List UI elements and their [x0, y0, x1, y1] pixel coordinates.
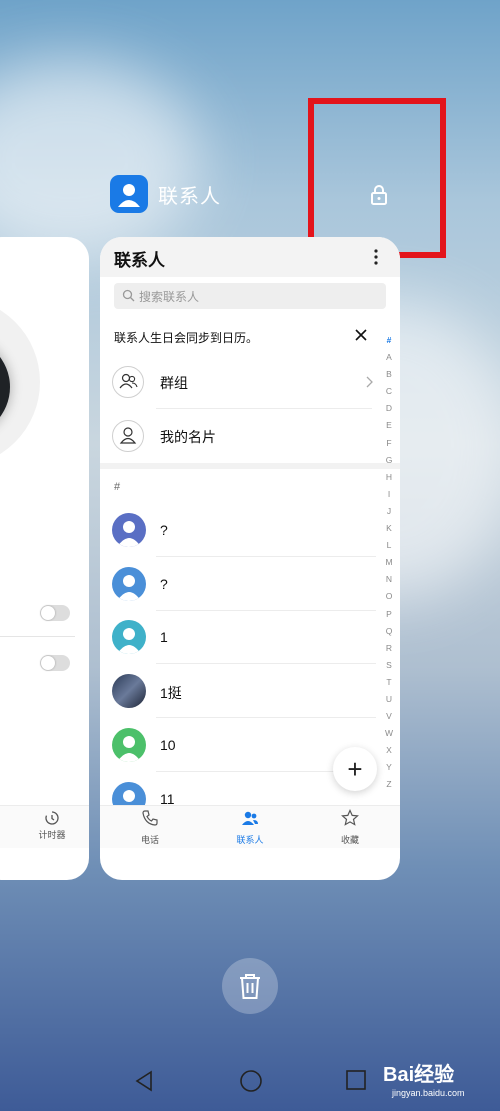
- index-letter[interactable]: U: [382, 691, 396, 708]
- index-letter[interactable]: X: [382, 742, 396, 759]
- index-letter[interactable]: F: [382, 435, 396, 452]
- index-letter[interactable]: R: [382, 640, 396, 657]
- index-letter[interactable]: K: [382, 520, 396, 537]
- watermark-logo: Bai经验: [383, 1064, 455, 1086]
- index-letter[interactable]: Q: [382, 623, 396, 640]
- tab-contacts-label: 联系人: [236, 835, 264, 845]
- contact-row[interactable]: ?: [100, 510, 380, 562]
- divider: [156, 717, 376, 718]
- section-divider: [100, 463, 400, 469]
- contact-row[interactable]: ?: [100, 564, 380, 616]
- contact-name: 10: [160, 737, 176, 753]
- index-letter[interactable]: D: [382, 400, 396, 417]
- index-letter[interactable]: L: [382, 537, 396, 554]
- alarm-toggle[interactable]: [40, 655, 70, 671]
- index-letter[interactable]: P: [382, 606, 396, 623]
- index-letter[interactable]: N: [382, 571, 396, 588]
- contact-name: ?: [160, 576, 168, 592]
- left-tabbar: 计时器: [0, 805, 89, 848]
- close-icon[interactable]: [353, 327, 369, 343]
- watermark-url: jingyan.baidu.com: [392, 1088, 465, 1098]
- recent-app-card-contacts[interactable]: 联系人 搜索联系人 联系人生日会同步到日历。 群组 我的名片 # ? ? 1 1…: [100, 237, 400, 880]
- page-title: 联系人: [114, 251, 165, 270]
- divider: [156, 556, 376, 557]
- contact-name: ?: [160, 522, 168, 538]
- add-contact-button[interactable]: +: [333, 747, 377, 791]
- person-icon: [112, 420, 144, 452]
- avatar: [112, 567, 146, 601]
- avatar: [112, 620, 146, 654]
- highlight-box: [308, 98, 446, 258]
- my-card-row[interactable]: 我的名片: [100, 418, 380, 462]
- index-letter[interactable]: J: [382, 503, 396, 520]
- app-title: 联系人: [158, 185, 221, 208]
- index-letter[interactable]: #: [382, 332, 396, 349]
- index-letter[interactable]: T: [382, 674, 396, 691]
- avatar: [112, 513, 146, 547]
- index-letter[interactable]: Z: [382, 776, 396, 793]
- section-header: #: [114, 481, 121, 493]
- chevron-right-icon: [366, 376, 373, 388]
- divider: [0, 636, 75, 637]
- tab-timer-label: 计时器: [38, 830, 66, 840]
- index-letter[interactable]: G: [382, 452, 396, 469]
- tab-contacts[interactable]: 联系人: [210, 809, 290, 846]
- search-input[interactable]: 搜索联系人: [114, 283, 386, 309]
- tab-phone-label: 电话: [140, 835, 159, 845]
- tab-phone[interactable]: 电话: [110, 809, 190, 846]
- birthday-sync-notice: 联系人生日会同步到日历。: [114, 331, 259, 345]
- timer-icon: [45, 811, 59, 825]
- divider: [156, 663, 376, 664]
- clear-all-button[interactable]: [222, 958, 278, 1014]
- more-menu-icon[interactable]: [373, 247, 379, 267]
- bottom-tabbar: 电话 联系人 收藏: [100, 805, 400, 848]
- recent-app-card-clock[interactable]: 计时器: [0, 237, 89, 880]
- contact-name: 1: [160, 629, 168, 645]
- index-letter[interactable]: M: [382, 554, 396, 571]
- home-icon: [240, 1070, 262, 1092]
- tab-favorites-label: 收藏: [340, 835, 359, 845]
- contact-row[interactable]: 1: [100, 617, 380, 669]
- alarm-toggle[interactable]: [40, 605, 70, 621]
- divider: [156, 610, 376, 611]
- index-letter[interactable]: C: [382, 383, 396, 400]
- app-header: 联系人: [110, 175, 221, 213]
- search-placeholder: 搜索联系人: [139, 290, 200, 304]
- recents-icon: [346, 1070, 366, 1090]
- alphabet-index[interactable]: # A B C D E F G H I J K L M N O P Q R S T U V W X Y Z: [382, 332, 396, 794]
- contacts-app-icon[interactable]: [110, 175, 148, 213]
- index-letter[interactable]: I: [382, 486, 396, 503]
- phone-icon: [142, 810, 158, 826]
- group-icon: [112, 366, 144, 398]
- index-letter[interactable]: A: [382, 349, 396, 366]
- contacts-icon: [242, 811, 258, 825]
- contact-row[interactable]: 1挺: [100, 671, 380, 723]
- star-icon: [341, 809, 359, 826]
- index-letter[interactable]: H: [382, 469, 396, 486]
- contact-name: 1挺: [160, 685, 182, 701]
- back-icon: [135, 1070, 152, 1092]
- index-letter[interactable]: S: [382, 657, 396, 674]
- index-letter[interactable]: Y: [382, 759, 396, 776]
- avatar: [112, 728, 146, 762]
- divider: [156, 408, 372, 409]
- trash-icon: [240, 974, 260, 999]
- index-letter[interactable]: V: [382, 708, 396, 725]
- index-letter[interactable]: E: [382, 417, 396, 434]
- index-letter[interactable]: W: [382, 725, 396, 742]
- tab-timer[interactable]: 计时器: [32, 810, 72, 841]
- groups-label: 群组: [160, 375, 188, 391]
- index-letter[interactable]: B: [382, 366, 396, 383]
- search-icon: [122, 289, 135, 302]
- avatar-photo: [112, 674, 146, 708]
- groups-row[interactable]: 群组: [100, 364, 380, 414]
- index-letter[interactable]: O: [382, 588, 396, 605]
- my-card-label: 我的名片: [160, 429, 216, 445]
- tab-favorites[interactable]: 收藏: [310, 809, 390, 846]
